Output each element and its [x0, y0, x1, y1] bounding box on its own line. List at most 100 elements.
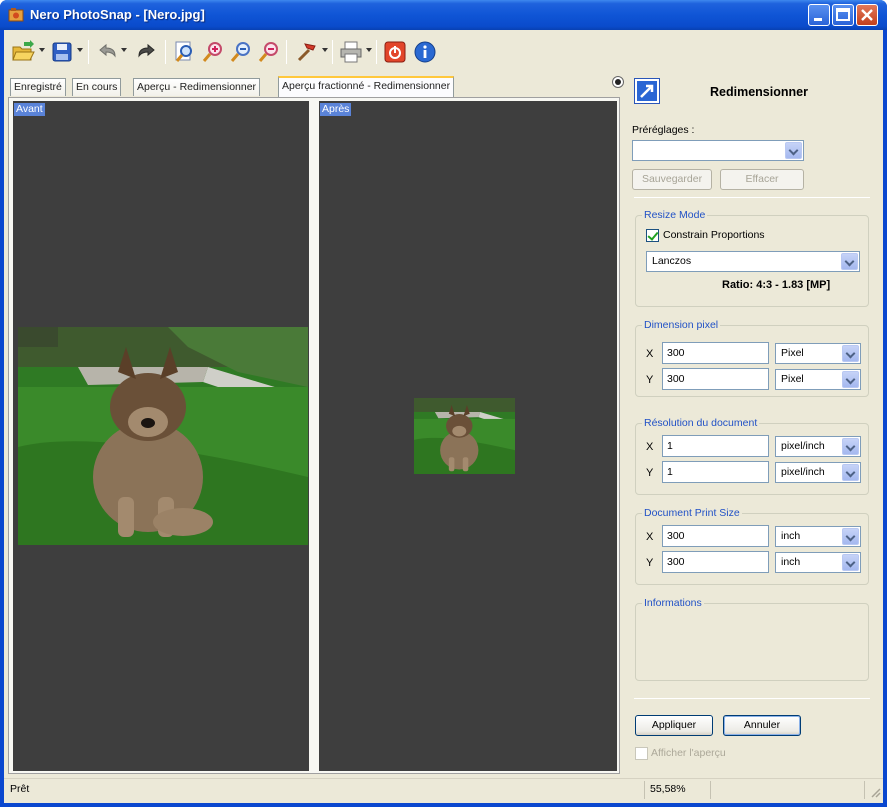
- print-y-input[interactable]: 300: [662, 551, 769, 573]
- zoom-fit-button[interactable]: [172, 39, 198, 65]
- pixel-x-unit-select[interactable]: Pixel: [775, 343, 861, 364]
- before-label: Avant: [14, 103, 45, 116]
- show-preview-checkbox[interactable]: [635, 747, 648, 760]
- resolution-y-unit-value: pixel/inch: [781, 466, 825, 478]
- redo-button[interactable]: [134, 39, 160, 65]
- information-group: Informations: [635, 597, 869, 681]
- resize-mode-group: Resize Mode Constrain Proportions Lanczo…: [635, 209, 869, 307]
- toolbar-separator: [88, 40, 89, 64]
- maximize-button[interactable]: [832, 4, 854, 26]
- print-y-unit-select[interactable]: inch: [775, 552, 861, 573]
- ratio-readout: Ratio: 4:3 - 1.83 [MP]: [722, 279, 831, 291]
- zoom-level: 55,58%: [650, 783, 686, 795]
- zoom-actual-button[interactable]: [256, 39, 282, 65]
- exit-button[interactable]: [382, 39, 408, 65]
- pixel-dimension-title: Dimension pixel: [642, 319, 721, 331]
- information-title: Informations: [642, 597, 704, 609]
- presets-label: Préréglages :: [632, 124, 695, 136]
- after-pane[interactable]: Après: [319, 101, 617, 771]
- app-icon: [8, 8, 24, 22]
- tools-dropdown-arrow[interactable]: [322, 48, 328, 52]
- print-icon: [340, 41, 362, 63]
- pixel-x-input[interactable]: 300: [662, 342, 769, 364]
- print-button[interactable]: [338, 39, 364, 65]
- close-button[interactable]: [856, 4, 878, 26]
- zoom-in-button[interactable]: [200, 39, 226, 65]
- resolution-x-unit-value: pixel/inch: [781, 440, 825, 452]
- resolution-group: Résolution du document X 1 pixel/inch Y …: [635, 417, 869, 495]
- minimize-button[interactable]: [808, 4, 830, 26]
- tab-in-progress[interactable]: En cours: [72, 78, 122, 96]
- resolution-y-input[interactable]: 1: [662, 461, 769, 483]
- apply-button[interactable]: Appliquer: [635, 715, 713, 736]
- cancel-button[interactable]: Annuler: [723, 715, 801, 736]
- divider: [634, 698, 870, 699]
- chevron-down-icon[interactable]: [841, 253, 858, 270]
- chevron-down-icon[interactable]: [842, 528, 859, 545]
- resize-method-value: Lanczos: [652, 255, 692, 267]
- after-photo: [414, 398, 515, 474]
- zoom-out-icon: [230, 42, 250, 62]
- status-separator: [864, 781, 865, 799]
- toolbar-separator: [165, 40, 166, 64]
- resize-mode-title: Resize Mode: [642, 209, 708, 221]
- chevron-down-icon[interactable]: [842, 371, 859, 388]
- save-button[interactable]: [49, 39, 75, 65]
- presets-select[interactable]: [632, 140, 804, 161]
- save-dropdown-arrow[interactable]: [77, 48, 83, 52]
- open-button[interactable]: [10, 39, 36, 65]
- print-x-input[interactable]: 300: [662, 525, 769, 547]
- close-icon: [861, 9, 873, 21]
- open-dropdown-arrow[interactable]: [39, 48, 45, 52]
- chevron-down-icon[interactable]: [785, 142, 802, 159]
- print-size-title: Document Print Size: [642, 507, 742, 519]
- panel-toggle-icon[interactable]: [612, 76, 624, 88]
- zoom-out-button[interactable]: [228, 39, 254, 65]
- title-bar[interactable]: Nero PhotoSnap - [Nero.jpg]: [0, 0, 887, 30]
- resize-panel: Redimensionner Préréglages : Sauvegarder…: [626, 72, 879, 777]
- tab-preview-resize[interactable]: Aperçu - Redimensionner: [133, 78, 261, 96]
- status-separator: [710, 781, 711, 799]
- undo-dropdown-arrow[interactable]: [121, 48, 127, 52]
- before-pane[interactable]: Avant: [13, 101, 309, 771]
- panel-title: Redimensionner: [710, 85, 808, 99]
- chevron-down-icon[interactable]: [842, 554, 859, 571]
- pixel-x-label: X: [646, 348, 654, 360]
- undo-button[interactable]: [94, 39, 120, 65]
- pixel-y-unit-select[interactable]: Pixel: [775, 369, 861, 390]
- resolution-x-unit-select[interactable]: pixel/inch: [775, 436, 861, 457]
- resize-tool-icon: [634, 78, 660, 104]
- toolbar-separator: [332, 40, 333, 64]
- chevron-down-icon[interactable]: [842, 345, 859, 362]
- pixel-y-input[interactable]: 300: [662, 368, 769, 390]
- resolution-x-input[interactable]: 1: [662, 435, 769, 457]
- chevron-down-icon[interactable]: [842, 438, 859, 455]
- save-preset-button[interactable]: Sauvegarder: [632, 169, 712, 190]
- resolution-y-label: Y: [646, 467, 654, 479]
- resize-method-select[interactable]: Lanczos: [646, 251, 860, 272]
- print-x-unit-select[interactable]: inch: [775, 526, 861, 547]
- zoom-in-icon: [202, 42, 222, 62]
- delete-preset-button[interactable]: Effacer: [720, 169, 804, 190]
- tab-saved[interactable]: Enregistré: [10, 78, 66, 96]
- after-label: Après: [320, 103, 352, 116]
- pixel-y-label: Y: [646, 374, 654, 386]
- app-window: Nero PhotoSnap - [Nero.jpg] Enregistré E…: [0, 0, 887, 807]
- divider: [634, 197, 870, 198]
- exit-icon: [384, 41, 406, 63]
- resize-grip-icon[interactable]: [870, 787, 881, 798]
- print-dropdown-arrow[interactable]: [366, 48, 372, 52]
- tools-button[interactable]: [294, 39, 320, 65]
- pixel-dimension-group: Dimension pixel X 300 Pixel Y 300 Pixel: [635, 319, 869, 397]
- toolbar-separator: [376, 40, 377, 64]
- tools-icon: [297, 43, 316, 62]
- chevron-down-icon[interactable]: [842, 464, 859, 481]
- status-separator: [644, 781, 645, 799]
- info-icon: [414, 41, 436, 63]
- pixel-y-unit-value: Pixel: [781, 373, 804, 385]
- info-button[interactable]: [412, 39, 438, 65]
- tab-split-preview-resize[interactable]: Aperçu fractionné - Redimensionner: [278, 76, 455, 97]
- zoom-fit-icon: [175, 41, 192, 62]
- constrain-proportions-checkbox[interactable]: [646, 229, 659, 242]
- resolution-y-unit-select[interactable]: pixel/inch: [775, 462, 861, 483]
